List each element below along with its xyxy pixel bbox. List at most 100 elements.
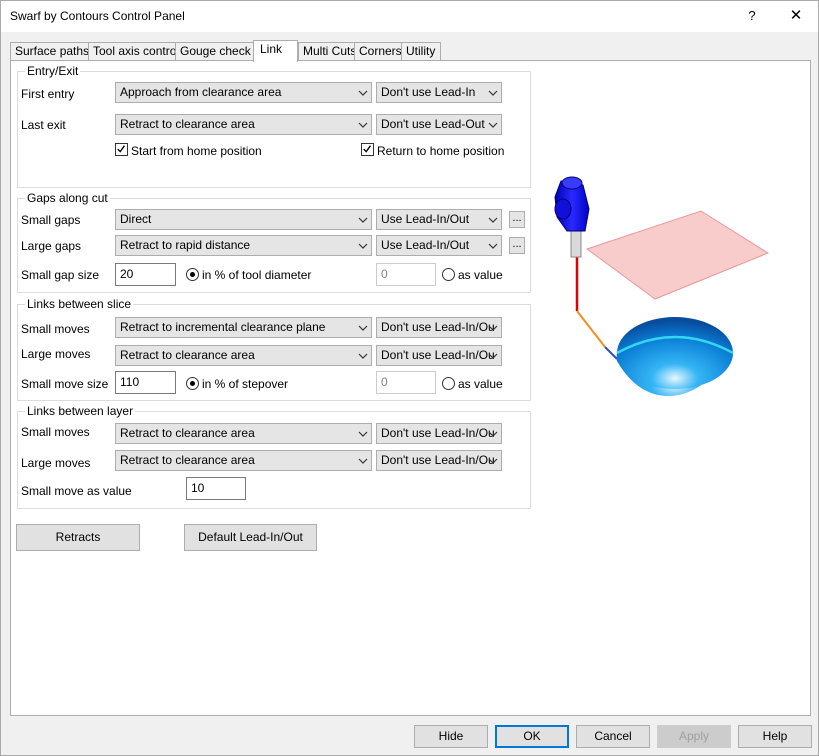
small-gaps-options-button[interactable]: ... — [509, 211, 525, 228]
hide-button[interactable]: Hide — [414, 725, 488, 748]
layer-large-moves-lead-select[interactable]: Don't use Lead-In/Ou — [376, 450, 502, 471]
layer-small-moves-mode-select[interactable]: Retract to clearance area — [115, 423, 372, 444]
chevron-down-icon — [488, 217, 498, 223]
small-gap-percent-label: in % of tool diameter — [202, 268, 312, 282]
slice-small-moves-label: Small moves — [21, 322, 90, 336]
ok-button[interactable]: OK — [495, 725, 569, 748]
dialog-window: Swarf by Contours Control Panel ? ✕ Surf… — [0, 0, 819, 756]
tab-surface-paths[interactable]: Surface paths — [10, 42, 89, 61]
chevron-down-icon — [358, 217, 368, 223]
tab-gouge-check[interactable]: Gouge check — [175, 42, 254, 61]
last-exit-label: Last exit — [21, 118, 66, 132]
small-move-value-radio[interactable] — [442, 377, 455, 390]
layer-small-moves-label: Small moves — [21, 425, 90, 439]
small-gaps-label: Small gaps — [21, 213, 81, 227]
layer-large-moves-label: Large moves — [21, 456, 91, 470]
tab-tool-axis-control[interactable]: Tool axis control — [88, 42, 179, 61]
entry-exit-title: Entry/Exit — [25, 64, 81, 78]
small-move-size-input[interactable]: 110 — [115, 371, 176, 394]
apply-button[interactable]: Apply — [657, 725, 731, 748]
gaps-along-cut-group: Gaps along cut Small gaps Direct Use Lea… — [17, 191, 531, 293]
clearance-plane-shape — [585, 210, 770, 300]
large-gaps-label: Large gaps — [21, 239, 82, 253]
layer-large-moves-mode-select[interactable]: Retract to clearance area — [115, 450, 372, 471]
small-move-as-value-label: Small move as value — [21, 484, 132, 498]
large-gaps-options-button[interactable]: ... — [509, 237, 525, 254]
slice-large-moves-label: Large moves — [21, 347, 91, 361]
small-move-size-label: Small move size — [21, 377, 109, 391]
title-help-button[interactable]: ? — [740, 4, 764, 28]
small-gap-value-label: as value — [458, 268, 503, 282]
slice-large-moves-lead-select[interactable]: Don't use Lead-In/Ou — [376, 345, 502, 366]
small-gaps-mode-select[interactable]: Direct — [115, 209, 372, 230]
small-move-value-label: as value — [458, 377, 503, 391]
large-gaps-mode-select[interactable]: Retract to rapid distance — [115, 235, 372, 256]
lead-line-blue — [604, 346, 618, 360]
tab-utility[interactable]: Utility — [401, 42, 441, 61]
chevron-down-icon — [488, 122, 498, 128]
small-move-value-input[interactable]: 0 — [376, 371, 436, 394]
help-button[interactable]: Help — [738, 725, 812, 748]
tool-top-shape — [561, 176, 583, 190]
approach-line-orange — [576, 310, 606, 348]
chevron-down-icon — [358, 90, 368, 96]
chevron-down-icon — [488, 325, 498, 331]
small-gap-value-input[interactable]: 0 — [376, 263, 436, 286]
return-home-label: Return to home position — [377, 144, 505, 158]
small-move-percent-radio[interactable] — [186, 377, 199, 390]
first-entry-lead-select[interactable]: Don't use Lead-In — [376, 82, 502, 103]
links-between-slice-title: Links between slice — [25, 297, 134, 311]
small-gaps-lead-select[interactable]: Use Lead-In/Out — [376, 209, 502, 230]
chevron-down-icon — [488, 353, 498, 359]
links-between-slice-group: Links between slice Small moves Retract … — [17, 297, 531, 401]
chevron-down-icon — [358, 122, 368, 128]
chevron-down-icon — [488, 243, 498, 249]
link-tab-panel: Entry/Exit First entry Approach from cle… — [10, 60, 811, 716]
gaps-along-cut-title: Gaps along cut — [25, 191, 110, 205]
links-between-layer-title: Links between layer — [25, 404, 136, 418]
chevron-down-icon — [488, 431, 498, 437]
default-lead-in-out-button[interactable]: Default Lead-In/Out — [184, 524, 317, 551]
tab-corners[interactable]: Corners — [354, 42, 402, 61]
return-home-checkbox[interactable] — [361, 143, 374, 156]
small-gap-percent-radio[interactable] — [186, 268, 199, 281]
cancel-button[interactable]: Cancel — [576, 725, 650, 748]
tool-shank-shape — [570, 230, 582, 258]
small-gap-size-label: Small gap size — [21, 268, 100, 282]
tab-link[interactable]: Link — [253, 40, 298, 62]
entry-exit-group: Entry/Exit First entry Approach from cle… — [17, 64, 531, 188]
slice-small-moves-lead-select[interactable]: Don't use Lead-In/Ou — [376, 317, 502, 338]
first-entry-label: First entry — [21, 87, 75, 101]
chevron-down-icon — [358, 325, 368, 331]
chevron-down-icon — [358, 353, 368, 359]
slice-large-moves-mode-select[interactable]: Retract to clearance area — [115, 345, 372, 366]
first-entry-mode-select[interactable]: Approach from clearance area — [115, 82, 372, 103]
small-gap-value-radio[interactable] — [442, 268, 455, 281]
small-move-percent-label: in % of stepover — [202, 377, 289, 391]
start-home-label: Start from home position — [131, 144, 262, 158]
chevron-down-icon — [488, 458, 498, 464]
start-home-checkbox[interactable] — [115, 143, 128, 156]
title-close-button[interactable]: ✕ — [782, 4, 810, 28]
retracts-button[interactable]: Retracts — [16, 524, 140, 551]
links-between-layer-group: Links between layer Small moves Retract … — [17, 404, 531, 509]
chevron-down-icon — [358, 243, 368, 249]
large-gaps-lead-select[interactable]: Use Lead-In/Out — [376, 235, 502, 256]
toolpath-preview-image — [554, 176, 770, 396]
bowl-dome-shape — [617, 317, 733, 389]
small-gap-size-input[interactable]: 20 — [115, 263, 176, 286]
check-icon — [363, 145, 372, 153]
chevron-down-icon — [358, 431, 368, 437]
tab-multi-cuts[interactable]: Multi Cuts — [298, 42, 356, 61]
last-exit-lead-select[interactable]: Don't use Lead-Out — [376, 114, 502, 135]
window-title: Swarf by Contours Control Panel — [10, 9, 185, 23]
slice-small-moves-mode-select[interactable]: Retract to incremental clearance plane — [115, 317, 372, 338]
tool-collar-shape — [554, 198, 572, 220]
title-bar: Swarf by Contours Control Panel ? ✕ — [1, 1, 818, 32]
chevron-down-icon — [358, 458, 368, 464]
layer-small-moves-lead-select[interactable]: Don't use Lead-In/Ou — [376, 423, 502, 444]
last-exit-mode-select[interactable]: Retract to clearance area — [115, 114, 372, 135]
check-icon — [117, 145, 126, 153]
small-move-as-value-input[interactable]: 10 — [186, 477, 246, 500]
chevron-down-icon — [488, 90, 498, 96]
